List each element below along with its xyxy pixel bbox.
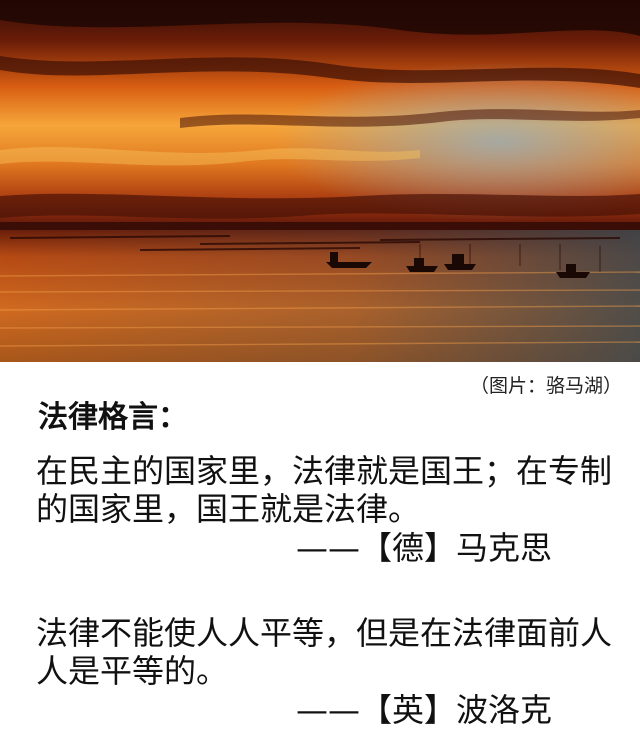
quote-attribution: ——【英】波洛克	[296, 691, 553, 729]
quote-attribution: ——【德】马克思	[296, 529, 553, 567]
lake-sunset-photo	[0, 0, 640, 362]
quote-text: 在民主的国家里，法律就是国王；在专制的国家里，国王就是法律。	[36, 452, 613, 528]
quote-text: 法律不能使人人平等，但是在法律面前人人是平等的。	[36, 614, 613, 690]
photo-credit: （图片：骆马湖）	[469, 375, 622, 397]
section-heading: 法律格言：	[38, 400, 188, 435]
